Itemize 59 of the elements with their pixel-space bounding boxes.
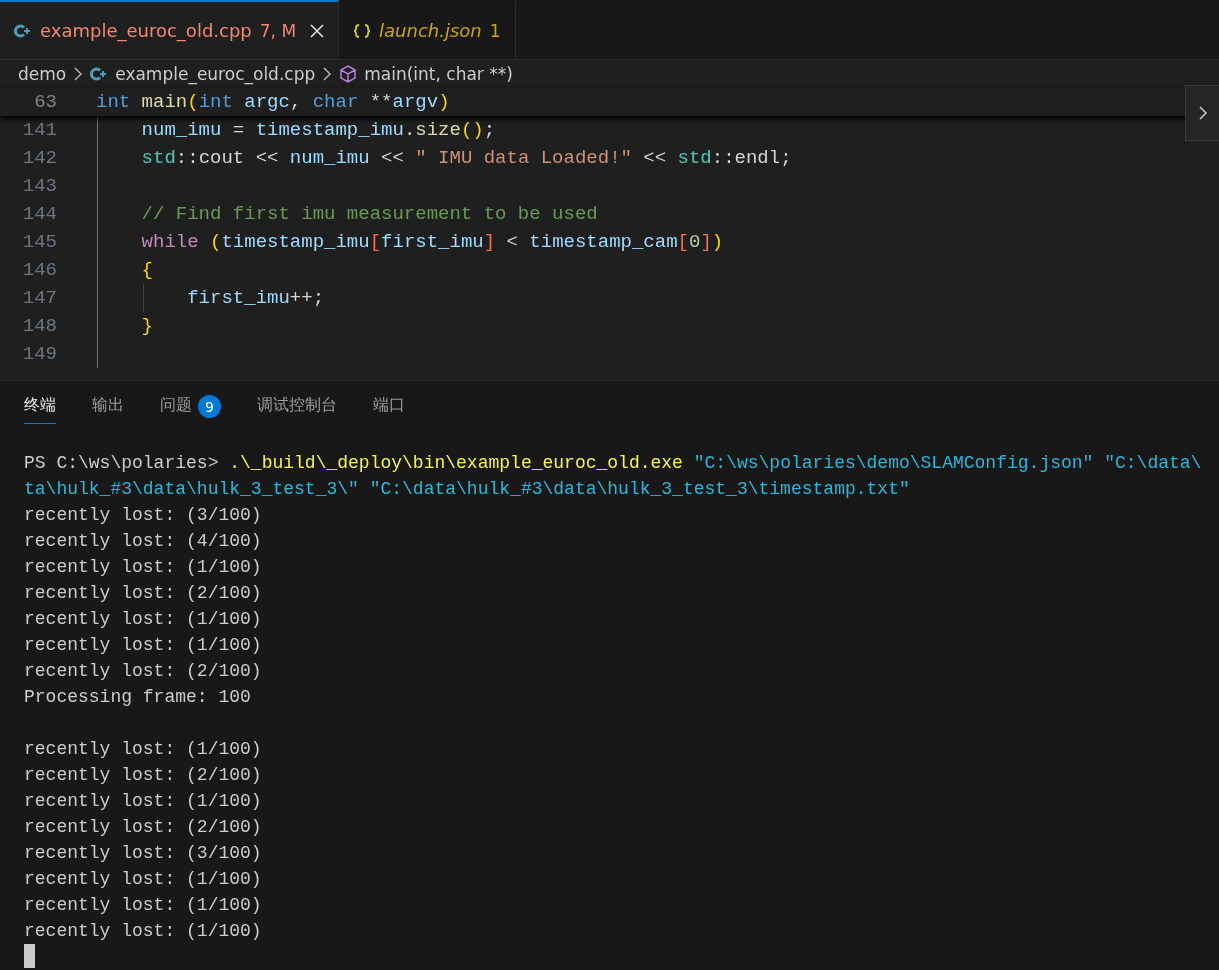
editor-tab[interactable]: example_euroc_old.cpp 7, M	[0, 0, 340, 59]
code-line: {	[140, 259, 153, 281]
code-line: // Find first imu measurement to be used	[140, 203, 598, 225]
terminal-line: recently lost: (3/100)	[24, 842, 263, 865]
breadcrumb-item[interactable]: demo	[18, 64, 67, 84]
terminal-line: recently lost: (1/100)	[24, 920, 263, 943]
terminal-line: recently lost: (3/100)	[24, 504, 263, 527]
cpp-file-icon	[14, 22, 32, 39]
terminal-line: recently lost: (2/100)	[24, 816, 263, 839]
line-number: 146	[21, 259, 57, 281]
code-line: std::cout << num_imu << " IMU data Loaded!" << std::endl;	[140, 147, 792, 169]
tab-label: launch.json	[379, 20, 482, 41]
count-badge: 9	[198, 395, 221, 418]
panel-tab[interactable]: 问题 9	[160, 395, 221, 424]
terminal-line: recently lost: (1/100)	[24, 634, 263, 657]
terminal-line: recently lost: (1/100)	[24, 790, 263, 813]
code-line: while (timestamp_imu[first_imu] < timestamp_cam[0])	[140, 231, 724, 253]
terminal-line: recently lost: (1/100)	[24, 738, 263, 761]
line-number: 63	[33, 91, 57, 113]
problem-count: 1	[489, 20, 501, 41]
code-line: int main(int argc, char **argv)	[96, 91, 450, 113]
terminal-line: recently lost: (4/100)	[24, 530, 263, 553]
line-number: 144	[21, 203, 57, 225]
breadcrumb-item[interactable]: main(int, char **)	[364, 64, 513, 84]
code-line: first_imu++;	[186, 287, 325, 309]
breadcrumb-item[interactable]: example_euroc_old.cpp	[115, 64, 316, 84]
code-line: num_imu = timestamp_imu.size();	[140, 119, 496, 141]
problem-count: 7, M	[259, 20, 297, 41]
cube-icon	[339, 65, 358, 83]
terminal-line: recently lost: (1/100)	[24, 868, 263, 891]
chevron-right-icon	[73, 67, 84, 81]
panel-tab[interactable]: 输出	[92, 395, 124, 424]
terminal-line: recently lost: (2/100)	[24, 764, 263, 787]
panel-tab[interactable]: 终端	[24, 395, 56, 424]
terminal-line: recently lost: (1/100)	[24, 608, 263, 631]
terminal-line: ta\hulk_#3\data\hulk_3_test_3\" "C:\data\hulk_#3\data\hulk_3_test_3\timestamp.txt"	[24, 478, 911, 501]
terminal-line: recently lost: (2/100)	[24, 582, 263, 605]
terminal-line: recently lost: (2/100)	[24, 660, 263, 683]
cpp-file-icon	[90, 66, 109, 82]
terminal-line: recently lost: (1/100)	[24, 556, 263, 579]
line-number: 149	[21, 343, 57, 365]
close-icon[interactable]	[310, 23, 325, 38]
line-number: 145	[21, 231, 57, 253]
line-number: 141	[21, 119, 57, 141]
chevron-right-icon	[1197, 105, 1208, 121]
terminal-line: Processing frame: 100	[24, 686, 252, 709]
panel-tab[interactable]: 端口	[373, 395, 405, 424]
terminal-line: PS C:\ws\polaries> .\_build\_deploy\bin\example_euroc_old.exe "C:\ws\polaries\demo\SLAMConfig.json" "C:\data\	[24, 452, 1203, 475]
braces-icon	[353, 22, 372, 39]
chevron-right-icon	[322, 67, 333, 81]
code-line: }	[140, 315, 153, 337]
terminal-line: recently lost: (1/100)	[24, 894, 263, 917]
line-number: 147	[21, 287, 57, 309]
line-number: 148	[21, 315, 57, 337]
line-number: 142	[21, 147, 57, 169]
line-number: 143	[21, 175, 57, 197]
terminal-cursor	[24, 944, 35, 968]
panel-tab[interactable]: 调试控制台	[257, 395, 337, 424]
tab-label: example_euroc_old.cpp	[40, 20, 252, 41]
